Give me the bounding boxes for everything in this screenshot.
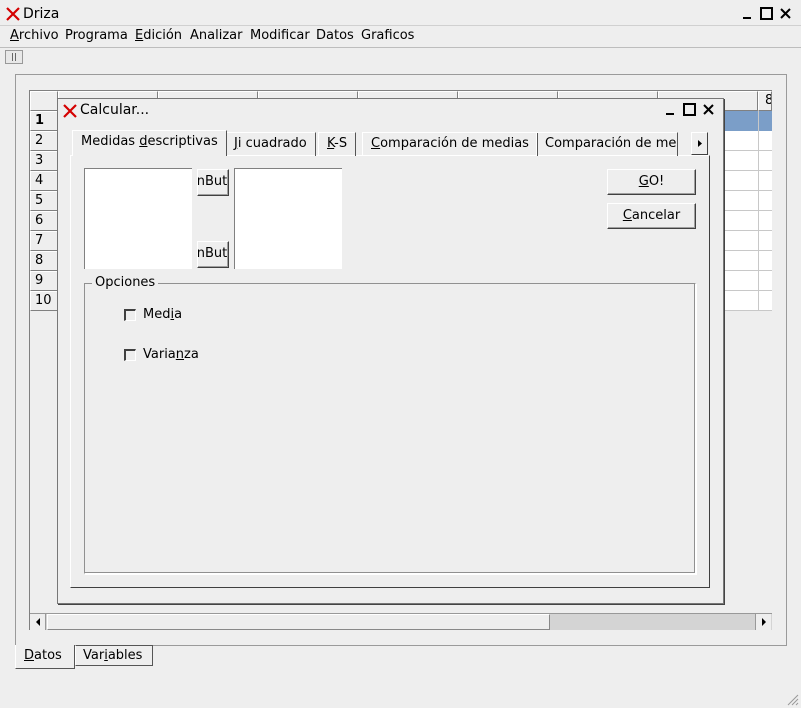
varianza-label[interactable]: Varianza (143, 347, 199, 362)
menu-edicion[interactable]: Edición (135, 28, 182, 44)
arrow-right-icon (762, 618, 766, 626)
varianza-checkbox[interactable] (124, 349, 136, 361)
cancel-button[interactable]: Cancelar (607, 203, 696, 229)
row-header[interactable]: 4 (30, 171, 58, 191)
arrow-left-icon (36, 618, 40, 626)
menu-analizar[interactable]: Analizar (190, 28, 242, 44)
row-header[interactable]: 3 (30, 151, 58, 171)
menu-archivo[interactable]: Archivo (10, 28, 59, 44)
tab-datos[interactable]: Datos (15, 645, 75, 669)
menu-programa[interactable]: Programa (65, 28, 128, 44)
tab-ji-cuadrado[interactable]: Ji cuadrado (225, 132, 316, 156)
arrow-right-icon (698, 140, 702, 147)
column-header[interactable]: 8 (758, 91, 772, 111)
row-header[interactable]: 8 (30, 251, 58, 271)
dialog-minimize-button[interactable] (663, 102, 680, 119)
maximize-button[interactable] (759, 6, 776, 23)
minimize-button[interactable] (740, 6, 757, 23)
row-header[interactable]: 9 (30, 271, 58, 291)
close-icon (703, 104, 714, 115)
source-variable-list[interactable] (84, 168, 192, 269)
maximize-icon (683, 103, 696, 116)
tab-comparacion-de-medias[interactable]: Comparación de medias (362, 132, 538, 156)
menu-graficos[interactable]: Graficos (361, 28, 414, 44)
row-header[interactable]: 6 (30, 211, 58, 231)
row-header[interactable]: 7 (30, 231, 58, 251)
dialog-logo-icon (63, 104, 77, 118)
add-variable-button[interactable]: nBut (197, 169, 229, 196)
grid-corner (30, 91, 58, 111)
media-checkbox[interactable] (124, 309, 136, 321)
main-window-title: Driza (23, 6, 60, 22)
menu-modificar[interactable]: Modificar (250, 28, 310, 44)
tab-variables[interactable]: Variables (75, 645, 153, 666)
options-legend: Opciones (92, 275, 159, 290)
dialog-maximize-button[interactable] (682, 102, 699, 119)
scroll-left-button[interactable] (30, 614, 46, 630)
close-icon (780, 8, 791, 19)
toolbar-handle[interactable] (5, 50, 23, 64)
dialog-titlebar[interactable]: Calcular... (58, 99, 723, 121)
resize-grip-icon[interactable] (785, 692, 799, 706)
horizontal-scrollbar[interactable] (30, 613, 772, 630)
media-label[interactable]: Media (143, 307, 182, 322)
scroll-right-button[interactable] (755, 614, 771, 630)
scroll-thumb[interactable] (47, 614, 550, 630)
maximize-icon (760, 7, 773, 20)
minimize-icon (743, 17, 751, 19)
tab-k-s[interactable]: K-S (318, 132, 357, 156)
options-group (84, 283, 696, 574)
dialog-close-button[interactable] (701, 102, 718, 119)
minimize-icon (666, 113, 674, 115)
dialog-title: Calcular... (80, 102, 150, 118)
tab-medidas-descriptivas[interactable]: Medidas descriptivas (72, 130, 227, 156)
row-header[interactable]: 10 (30, 291, 58, 311)
row-header[interactable]: 5 (30, 191, 58, 211)
column-header-label: 8 (765, 93, 771, 108)
selected-variable-list[interactable] (234, 168, 342, 269)
row-header[interactable]: 1 (30, 111, 58, 131)
app-logo-icon (6, 7, 20, 21)
remove-variable-button[interactable]: nBut (197, 241, 229, 268)
menu-datos[interactable]: Datos (316, 28, 354, 44)
close-button[interactable] (778, 6, 795, 23)
tab-comparacion-de-medias-2[interactable]: Comparación de med (536, 132, 678, 156)
go-button[interactable]: GO! (607, 169, 696, 195)
main-titlebar[interactable]: Driza (0, 0, 801, 26)
tab-scroll-right-button[interactable] (691, 132, 708, 155)
grid-vline (758, 111, 759, 311)
row-header[interactable]: 2 (30, 131, 58, 151)
